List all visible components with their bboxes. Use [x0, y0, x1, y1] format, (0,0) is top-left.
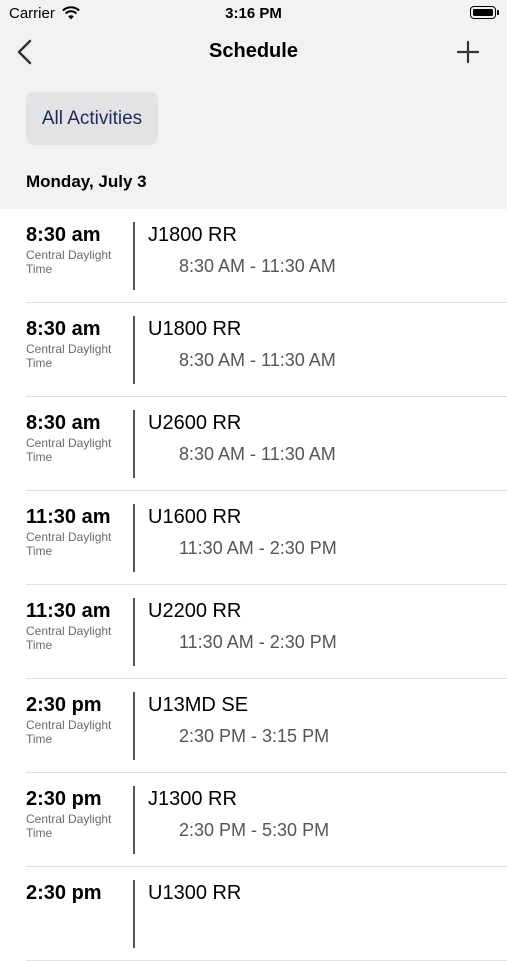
section-date-header: Monday, July 3 [26, 172, 147, 191]
event-name: U13MD SE [148, 694, 249, 716]
event-timezone: Central Daylight Time [26, 718, 112, 746]
event-timezone: Central Daylight Time [26, 436, 112, 464]
navigation-bar: Schedule [0, 30, 507, 74]
event-name: U2200 RR [148, 600, 242, 622]
event-time-range: 2:30 PM - 5:30 PM [179, 820, 330, 840]
schedule-row[interactable]: 11:30 am Central Daylight Time U2200 RR … [0, 585, 507, 679]
event-time-range: 11:30 AM - 2:30 PM [179, 632, 337, 652]
row-divider [133, 786, 135, 854]
event-time-range: 8:30 AM - 11:30 AM [179, 256, 336, 276]
event-start-time: 11:30 am [26, 506, 111, 528]
battery-icon [470, 6, 496, 19]
event-timezone: Central Daylight Time [26, 530, 112, 558]
row-divider [133, 880, 135, 948]
schedule-row[interactable]: 2:30 pm Central Daylight Time J1300 RR 2… [0, 773, 507, 867]
row-divider [133, 410, 135, 478]
schedule-row[interactable]: 2:30 pm Central Daylight Time U13MD SE 2… [0, 679, 507, 773]
event-start-time: 2:30 pm [26, 788, 102, 810]
event-time-range: 8:30 AM - 11:30 AM [179, 444, 336, 464]
event-start-time: 8:30 am [26, 318, 101, 340]
event-name: U1300 RR [148, 882, 242, 904]
event-timezone: Central Daylight Time [26, 624, 112, 652]
schedule-row[interactable]: 8:30 am Central Daylight Time U1800 RR 8… [0, 303, 507, 397]
status-bar: Carrier 3:16 PM [0, 0, 507, 28]
event-name: J1800 RR [148, 224, 237, 246]
filter-chip-all-activities[interactable]: All Activities [26, 92, 158, 145]
event-name: J1300 RR [148, 788, 237, 810]
event-start-time: 8:30 am [26, 412, 101, 434]
schedule-list: 8:30 am Central Daylight Time J1800 RR 8… [0, 209, 507, 961]
battery-tip [497, 10, 499, 15]
event-timezone: Central Daylight Time [26, 248, 112, 276]
event-time-range: 11:30 AM - 2:30 PM [179, 538, 337, 558]
schedule-row[interactable]: 8:30 am Central Daylight Time U2600 RR 8… [0, 397, 507, 491]
event-name: U1600 RR [148, 506, 242, 528]
event-start-time: 11:30 am [26, 600, 111, 622]
event-timezone: Central Daylight Time [26, 812, 112, 840]
event-name: U1800 RR [148, 318, 242, 340]
event-time-range: 8:30 AM - 11:30 AM [179, 350, 336, 370]
header-area: Carrier 3:16 PM Schedule All Activities … [0, 0, 507, 209]
row-divider [133, 598, 135, 666]
event-timezone: Central Daylight Time [26, 342, 112, 370]
event-time-range: 2:30 PM - 3:15 PM [179, 726, 330, 746]
schedule-row[interactable]: 2:30 pm U1300 RR [0, 867, 507, 961]
event-start-time: 2:30 pm [26, 694, 102, 716]
row-divider [133, 222, 135, 290]
row-divider [133, 316, 135, 384]
schedule-row[interactable]: 11:30 am Central Daylight Time U1600 RR … [0, 491, 507, 585]
event-name: U2600 RR [148, 412, 242, 434]
page-title: Schedule [209, 40, 298, 62]
row-divider [133, 692, 135, 760]
event-start-time: 8:30 am [26, 224, 101, 246]
status-time: 3:16 PM [225, 5, 282, 22]
row-divider [133, 504, 135, 572]
schedule-row[interactable]: 8:30 am Central Daylight Time J1800 RR 8… [0, 209, 507, 303]
add-icon[interactable] [455, 38, 481, 66]
event-start-time: 2:30 pm [26, 882, 102, 904]
